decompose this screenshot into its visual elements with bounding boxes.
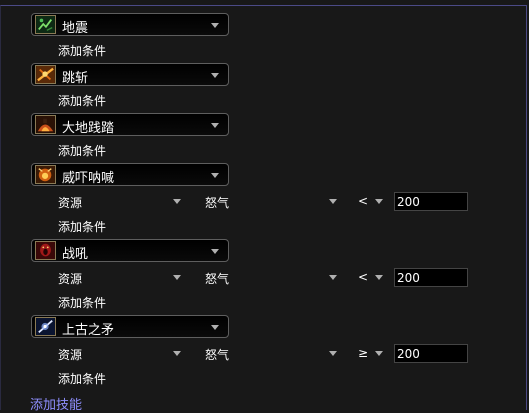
ancient-spear-icon: [35, 317, 56, 336]
skill-name: 战吼: [62, 247, 89, 262]
chevron-down-icon[interactable]: [375, 275, 383, 280]
chevron-down-icon: [211, 123, 219, 128]
skill-dropdown-3[interactable]: 大地践踏: [31, 113, 229, 136]
chevron-down-icon[interactable]: [173, 275, 181, 280]
leap-slash-icon: [35, 65, 56, 84]
battle-shout-icon: [35, 241, 56, 260]
condition-operator[interactable]: ≥: [358, 346, 368, 360]
skill-name: 大地践踏: [62, 121, 115, 136]
add-condition-link[interactable]: 添加条件: [58, 218, 106, 235]
chevron-down-icon[interactable]: [329, 199, 337, 204]
chevron-down-icon: [211, 73, 219, 78]
condition-value-input[interactable]: [394, 192, 468, 211]
war-stomp-icon: [35, 115, 56, 134]
skill-name: 上古之矛: [62, 323, 115, 338]
condition-resource[interactable]: 怒气: [205, 346, 229, 363]
add-condition-link[interactable]: 添加条件: [58, 92, 106, 109]
add-condition-link[interactable]: 添加条件: [58, 294, 106, 311]
chevron-down-icon: [211, 23, 219, 28]
add-condition-link[interactable]: 添加条件: [58, 142, 106, 159]
chevron-down-icon: [211, 249, 219, 254]
chevron-down-icon[interactable]: [329, 351, 337, 356]
skill-dropdown-4[interactable]: 威吓呐喊: [31, 163, 229, 186]
add-condition-link[interactable]: 添加条件: [58, 370, 106, 387]
condition-resource[interactable]: 怒气: [205, 194, 229, 211]
add-condition-link[interactable]: 添加条件: [58, 42, 106, 59]
intimidating-shout-icon: [35, 165, 56, 184]
condition-operator[interactable]: <: [358, 270, 368, 284]
chevron-down-icon: [211, 325, 219, 330]
skill-name: 跳斩: [62, 71, 89, 86]
chevron-down-icon[interactable]: [329, 275, 337, 280]
condition-type[interactable]: 资源: [58, 194, 82, 211]
skill-dropdown-1[interactable]: 地震: [31, 13, 229, 36]
chevron-down-icon: [211, 173, 219, 178]
skill-name: 地震: [62, 21, 89, 36]
earthquake-icon: [35, 15, 56, 34]
add-skill-link[interactable]: 添加技能: [30, 394, 82, 413]
condition-resource[interactable]: 怒气: [205, 270, 229, 287]
chevron-down-icon[interactable]: [173, 351, 181, 356]
condition-type[interactable]: 资源: [58, 270, 82, 287]
skill-dropdown-5[interactable]: 战吼: [31, 239, 229, 262]
condition-value-input[interactable]: [394, 268, 468, 287]
condition-operator[interactable]: <: [358, 194, 368, 208]
condition-value-input[interactable]: [394, 344, 468, 363]
skill-dropdown-6[interactable]: 上古之矛: [31, 315, 229, 338]
skill-name: 威吓呐喊: [62, 171, 115, 186]
chevron-down-icon[interactable]: [173, 199, 181, 204]
condition-type[interactable]: 资源: [58, 346, 82, 363]
chevron-down-icon[interactable]: [375, 351, 383, 356]
chevron-down-icon[interactable]: [375, 199, 383, 204]
skill-dropdown-2[interactable]: 跳斩: [31, 63, 229, 86]
